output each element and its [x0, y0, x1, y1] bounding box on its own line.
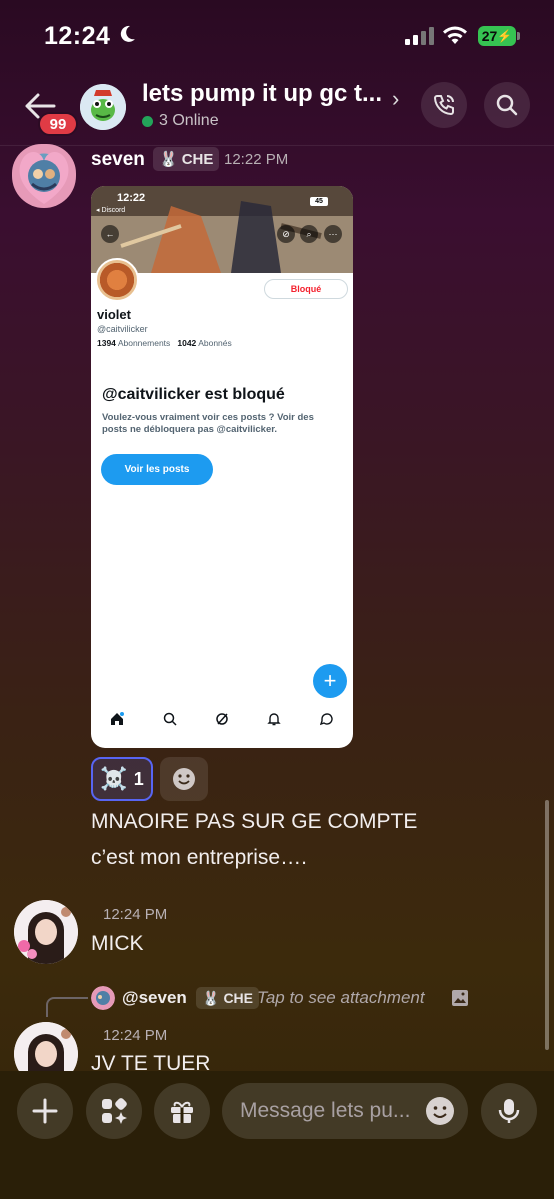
att-more-icon: ⋯	[324, 225, 342, 243]
att-handle: @caitvilicker	[97, 324, 148, 334]
group-avatar[interactable]	[80, 84, 126, 130]
apps-button[interactable]	[86, 1083, 142, 1139]
att-following-count: 1394	[97, 338, 116, 348]
att-grok-nav-icon	[216, 713, 228, 725]
att-blocked-text: Voulez-vous vraiment voir ces posts ? Vo…	[102, 412, 314, 435]
att-search-icon: ⌕	[300, 225, 318, 243]
call-button[interactable]	[421, 82, 467, 128]
reply-user-tag: 🐰 CHE	[196, 987, 259, 1009]
reply-tag-label: CHE	[223, 990, 253, 1006]
skull-crossbones-icon: ☠️	[100, 766, 128, 791]
reply-connector	[46, 997, 88, 1017]
att-followers-count: 1042	[177, 338, 197, 348]
cellular-signal-icon	[405, 27, 434, 45]
att-compose-fab-icon: +	[313, 664, 347, 698]
message-timestamp: 12:22 PM	[224, 151, 289, 168]
message-text: MNAOIRE PAS SUR GE COMPTE	[91, 810, 418, 833]
rabbit-icon: 🐰	[202, 989, 220, 1006]
online-status-dot	[142, 116, 153, 127]
smiley-add-icon	[173, 768, 195, 790]
att-app-back: ◂ Discord	[96, 207, 126, 214]
reply-avatar-art	[91, 986, 115, 1010]
message-input[interactable]: Message lets pu...	[222, 1083, 468, 1139]
message-timestamp: 12:24 PM	[103, 906, 168, 923]
att-following-label: Abonnements	[117, 338, 171, 348]
moon-icon	[120, 25, 135, 42]
charging-icon: ⚡	[497, 29, 513, 43]
microphone-icon	[498, 1099, 520, 1123]
apps-sparkle-icon	[102, 1098, 127, 1124]
att-back-icon: ←	[101, 225, 119, 243]
att-home-icon	[111, 712, 125, 725]
reaction-skull[interactable]: ☠️ 1	[91, 757, 153, 801]
online-count: 3 Online	[159, 112, 219, 129]
chevron-right-icon[interactable]: ›	[392, 86, 399, 112]
att-status-time: 12:22	[117, 192, 146, 204]
att-view-posts-button: Voir les posts	[101, 454, 213, 485]
message-text: c’est mon entreprise….	[91, 846, 307, 869]
message-timestamp: 12:24 PM	[103, 1027, 168, 1044]
status-bar: 12:24 27 ⚡	[0, 0, 554, 72]
att-messages-icon	[319, 713, 333, 726]
battery-level: 27	[481, 28, 498, 44]
channel-title[interactable]: lets pump it up gc t...	[142, 80, 382, 108]
image-attachment[interactable]: 12:22 ◂ Discord 45 ← ⊘ ⌕ ⋯ Bloqué violet…	[91, 186, 353, 748]
user-avatar-mick[interactable]	[14, 900, 78, 964]
att-blocked-button: Bloqué	[264, 279, 348, 299]
scrollbar[interactable]	[545, 800, 549, 1050]
add-reaction-button[interactable]	[160, 757, 208, 801]
att-search-nav-icon	[163, 712, 177, 726]
rabbit-icon: 🐰	[159, 151, 178, 168]
reply-author[interactable]: @seven	[122, 988, 187, 1008]
search-icon	[496, 94, 518, 116]
message-composer: Message lets pu...	[0, 1071, 554, 1199]
att-bell-icon	[267, 713, 282, 726]
battery-tip	[517, 32, 520, 40]
user-tag[interactable]: 🐰 CHE	[153, 147, 220, 171]
att-follow-stats: 1394 Abonnements 1042 Abonnés	[97, 338, 232, 348]
battery-indicator: 27 ⚡	[478, 26, 516, 46]
image-icon	[452, 990, 468, 1006]
att-followers-label: Abonnés	[198, 338, 232, 348]
att-blocked-heading: @caitvilicker est bloqué	[102, 386, 285, 403]
reply-preview[interactable]: Tap to see attachment	[257, 988, 425, 1008]
att-profile-picture	[95, 258, 139, 302]
emoji-icon[interactable]	[425, 1096, 455, 1126]
att-battery: 45	[310, 197, 328, 206]
reaction-count: 1	[133, 768, 144, 789]
message-input-placeholder: Message lets pu...	[240, 1099, 411, 1122]
channel-header: 99 lets pump it up gc t... › 3 Online	[0, 72, 554, 146]
att-bottom-nav	[91, 704, 353, 734]
girl-avatar-art	[14, 900, 78, 964]
unread-badge: 99	[38, 112, 78, 136]
phone-icon	[433, 95, 454, 116]
att-display-name: violet	[97, 307, 131, 322]
wifi-icon	[443, 26, 467, 44]
message-text: MICK	[91, 932, 144, 955]
plus-icon	[32, 1098, 58, 1124]
username-seven[interactable]: seven	[91, 149, 145, 171]
gift-button[interactable]	[154, 1083, 210, 1139]
att-grok-icon: ⊘	[277, 225, 295, 243]
gift-icon	[171, 1101, 193, 1123]
search-button[interactable]	[484, 82, 530, 128]
user-tag-label: CHE	[181, 150, 214, 168]
avatar-art-icon	[19, 151, 69, 204]
user-avatar-seven[interactable]	[12, 144, 76, 208]
clock: 12:24	[44, 22, 111, 50]
voice-message-button[interactable]	[481, 1083, 537, 1139]
reply-author-avatar	[91, 986, 115, 1010]
frog-avatar-icon	[80, 84, 126, 130]
add-attachment-button[interactable]	[17, 1083, 73, 1139]
